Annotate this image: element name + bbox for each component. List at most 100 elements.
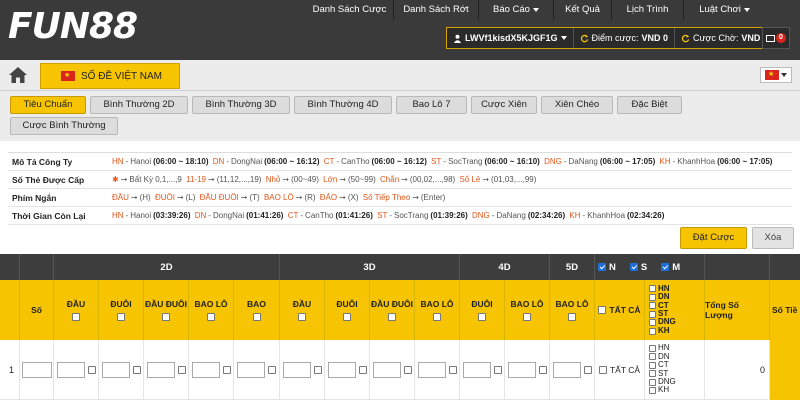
checkbox-icon[interactable] — [388, 313, 396, 321]
select-all-checkbox[interactable] — [598, 306, 607, 314]
row-select-all-checkbox[interactable] — [598, 365, 607, 374]
checkbox-icon[interactable] — [433, 313, 441, 321]
tab-standard[interactable]: Tiêu Chuẩn — [10, 96, 86, 114]
tab-normal-4d[interactable]: Bình Thường 4D — [294, 96, 392, 114]
row-providers: HN DN CT ST DNG KH — [645, 340, 705, 400]
mail-count-badge: 0 — [776, 33, 786, 43]
amount-input[interactable] — [282, 361, 311, 378]
tab-special[interactable]: Đặc Biệt — [617, 96, 682, 114]
amount-input[interactable] — [101, 361, 130, 378]
amount-input[interactable] — [237, 361, 265, 378]
checkbox-icon[interactable] — [523, 313, 531, 321]
checkbox-icon[interactable] — [448, 365, 457, 374]
checkbox-icon[interactable] — [478, 313, 486, 321]
info-row-remaining: Thời Gian Còn Lại HN - Hanoi (03:39:26) DN -… — [8, 207, 792, 225]
tab-normal-3d[interactable]: Bình Thường 3D — [192, 96, 290, 114]
col-2d-bao: BAO — [234, 280, 280, 340]
checkbox-icon[interactable] — [222, 365, 231, 374]
top-nav: Danh Sách Cược Danh Sách Rớt Báo Cáo Kết… — [306, 0, 765, 20]
amount-input[interactable] — [327, 361, 356, 378]
checkbox-icon[interactable] — [583, 365, 592, 374]
row-total-qty: 0 — [705, 340, 770, 400]
tab-normal-2d[interactable]: Bình Thường 2D — [90, 96, 188, 114]
provider-kh-checkbox[interactable]: KH — [649, 326, 676, 335]
region-n-checkbox[interactable]: N — [598, 262, 616, 273]
checkbox-icon[interactable] — [268, 365, 276, 374]
col-3d-duoi: ĐUÔI — [325, 280, 370, 340]
amount-input[interactable] — [146, 361, 175, 378]
table-row — [505, 340, 550, 400]
nav-reports[interactable]: Báo Cáo — [478, 0, 553, 20]
row-select-all: TẤT CẢ — [595, 340, 645, 400]
amount-input[interactable] — [507, 361, 536, 378]
chevron-down-icon — [560, 36, 567, 40]
checkbox-icon[interactable] — [343, 313, 351, 321]
checkbox-icon[interactable] — [298, 313, 306, 321]
checkbox-icon[interactable] — [538, 365, 547, 374]
nav-lost-list[interactable]: Danh Sách Rớt — [393, 0, 478, 20]
group-5d-header: 5D — [550, 254, 595, 280]
checkbox-icon[interactable] — [252, 313, 261, 321]
table-row — [415, 340, 460, 400]
row-provider-kh-checkbox[interactable]: KH — [649, 385, 676, 394]
amount-input[interactable] — [191, 361, 220, 378]
checkbox-icon[interactable] — [132, 365, 141, 374]
refresh-icon[interactable] — [580, 34, 589, 43]
nav-schedule[interactable]: Lịch Trình — [611, 0, 683, 20]
checkbox-icon[interactable] — [162, 313, 170, 321]
info-row-shortcuts: Phím Ngắn ĐẦU ➞ (H) ĐUÔI ➞ (L) ĐẦU ĐUÔI ➞ (T) … — [8, 189, 792, 207]
home-icon — [9, 67, 27, 83]
chevron-down-icon — [781, 73, 787, 77]
checkbox-icon[interactable] — [87, 365, 96, 374]
col-2d-duoi: ĐUÔI — [99, 280, 144, 340]
amount-input[interactable] — [462, 361, 491, 378]
checkbox-icon[interactable] — [313, 365, 322, 374]
col-4d-bao-lo: BAO LÔ — [505, 280, 550, 340]
region-m-checkbox[interactable]: M — [661, 262, 680, 273]
tab-normal-bet[interactable]: Cược Bình Thường — [10, 117, 118, 135]
nav-bet-list[interactable]: Danh Sách Cược — [306, 0, 393, 20]
col-3d-dau: ĐẦU — [280, 280, 325, 340]
checkbox-icon[interactable] — [493, 365, 502, 374]
table-row — [550, 340, 595, 400]
checkbox-icon[interactable] — [568, 313, 576, 321]
clear-button[interactable]: Xóa — [752, 227, 794, 249]
number-input[interactable] — [21, 361, 52, 378]
bet-type-tabs: Tiêu Chuẩn Bình Thường 2D Bình Thường 3D… — [0, 91, 800, 141]
tab-parlay[interactable]: Cược Xiên — [471, 96, 537, 114]
mail-button[interactable]: 0 — [762, 27, 790, 49]
refresh-icon[interactable] — [681, 34, 690, 43]
language-selector[interactable] — [760, 67, 792, 83]
col-providers: HN DN CT ST DNG KH — [645, 280, 705, 340]
chevron-down-icon — [532, 8, 539, 12]
checkbox-icon[interactable] — [117, 313, 125, 321]
table-row — [280, 340, 325, 400]
amount-input[interactable] — [552, 361, 581, 378]
tab-cross-parlay[interactable]: Xiên Chéo — [541, 96, 613, 114]
nav-results[interactable]: Kết Quả — [553, 0, 611, 20]
tab-bao-lo-7[interactable]: Bao Lô 7 — [396, 96, 467, 114]
bet-grid: 2D 3D 4D 5D N S M Số ĐẦU ĐUÔI ĐẦU ĐUÔI B… — [0, 254, 800, 400]
amount-input[interactable] — [56, 361, 85, 378]
table-row — [99, 340, 144, 400]
row-index: 1 — [0, 340, 20, 400]
account-username-dropdown[interactable]: LWVf1kisdX5KJGF1G — [447, 28, 573, 48]
fun88-logo[interactable]: FUN88 — [8, 6, 138, 47]
lottery-tab-vietnam[interactable]: SỐ ĐỀ VIỆT NAM — [40, 63, 180, 89]
checkbox-icon[interactable] — [207, 313, 215, 321]
checkbox-icon[interactable] — [403, 365, 412, 374]
checkbox-icon[interactable] — [72, 313, 80, 321]
checkbox-icon[interactable] — [177, 365, 186, 374]
table-row — [460, 340, 505, 400]
checkbox-icon[interactable] — [358, 365, 367, 374]
amount-input[interactable] — [372, 361, 401, 378]
home-button[interactable] — [8, 66, 30, 86]
nav-rules[interactable]: Luật Chơi — [683, 0, 765, 20]
info-table: Mô Tả Công Ty HN - Hanoi (06:00 ~ 18:10) DN… — [8, 152, 792, 225]
amount-input[interactable] — [417, 361, 446, 378]
pending-bets: Cược Chờ: VND 0 — [673, 28, 774, 48]
region-s-checkbox[interactable]: S — [629, 262, 647, 273]
col-total-qty: Tổng Số Lượng — [705, 280, 770, 340]
col-3d-dau-duoi: ĐẦU ĐUÔI — [370, 280, 415, 340]
place-bet-button[interactable]: Đặt Cược — [680, 227, 747, 249]
